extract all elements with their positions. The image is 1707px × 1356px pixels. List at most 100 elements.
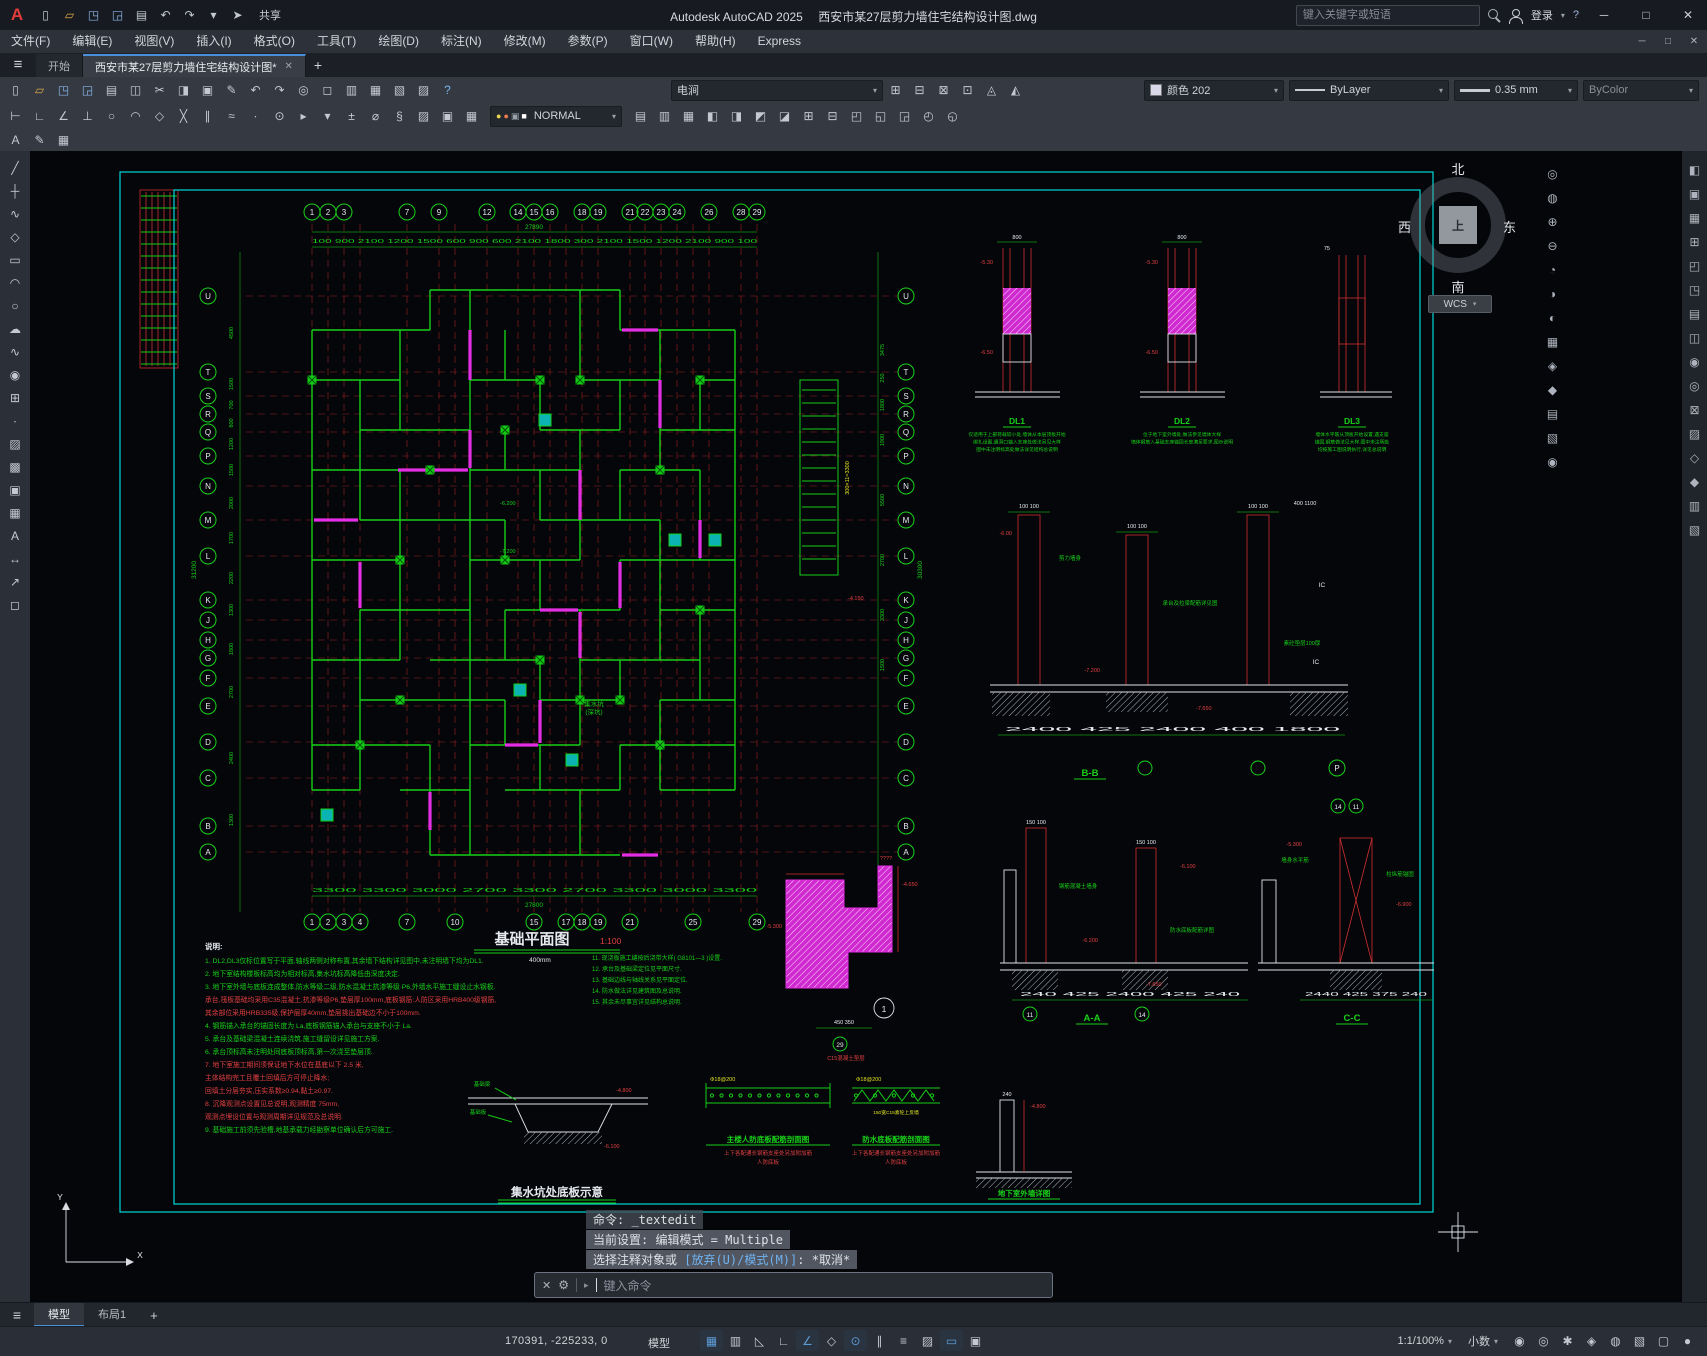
viewback-icon[interactable]: ◐ [1541,307,1564,328]
menu-item-2[interactable]: 视图(V) [123,30,185,53]
menu-item-6[interactable]: 绘图(D) [367,30,430,53]
viewcube-west[interactable]: 西 [1398,217,1411,236]
notification-bell-icon[interactable]: ● [1676,1331,1699,1352]
draworder-icon[interactable]: ⊞ [884,80,907,101]
section-icon[interactable]: § [388,106,411,127]
pan-hand-icon[interactable]: ◍ [1541,187,1564,208]
paste-icon[interactable]: ▣ [196,80,219,101]
menu-item-0[interactable]: 文件(F) [0,30,61,53]
close-button[interactable]: ✕ [1671,0,1705,30]
object-isolate-icon[interactable]: ◍ [1604,1331,1627,1352]
saveas-icon[interactable]: ◲ [76,80,99,101]
help-icon[interactable]: ? [1573,9,1579,21]
gem-icon[interactable]: ◈ [1541,355,1564,376]
tolerance-icon[interactable]: ± [340,106,363,127]
menu-item-7[interactable]: 标注(N) [430,30,493,53]
rectangle-icon[interactable]: ▭ [4,249,27,270]
save-icon[interactable]: ◳ [52,80,75,101]
layers-nav-icon[interactable]: ▧ [1541,427,1564,448]
gradient-icon[interactable]: ▩ [4,456,27,477]
region-tool-icon[interactable]: ▣ [436,106,459,127]
layer-combo[interactable]: ● ● ▣ ■ NORMAL ▾ [490,105,622,127]
command-input-placeholder[interactable]: 键入命令 [604,1277,652,1294]
osnap-parallel-icon[interactable]: ∥ [196,106,219,127]
new-layout-button[interactable]: + [140,1308,168,1323]
revcloud-icon[interactable]: ☁ [4,318,27,339]
undo-icon[interactable]: ↶ [244,80,267,101]
doc-close-icon[interactable]: ✕ [1681,36,1707,47]
menu-item-1[interactable]: 编辑(E) [61,30,123,53]
help-icon[interactable]: ? [436,80,459,101]
color-combo[interactable]: 颜色 202 ▾ [1144,79,1284,101]
graphics-performance-icon[interactable]: ▧ [1628,1331,1651,1352]
line-icon[interactable]: ╱ [4,157,27,178]
layer-freeze-all-icon[interactable]: ◧ [701,106,724,127]
rotate-icon[interactable]: ◱ [869,106,892,127]
qat-dropdown-icon[interactable]: ▾ [202,5,225,26]
pan-icon[interactable]: ◎ [292,80,315,101]
circle-icon[interactable]: ○ [4,295,27,316]
diameter-icon[interactable]: ⌀ [364,106,387,127]
wcs-dropdown[interactable]: WCS ▾ [1428,295,1492,313]
cut-icon[interactable]: ✂ [148,80,171,101]
offset-icon[interactable]: ◵ [941,106,964,127]
share-button[interactable]: 共享 [259,7,281,23]
osnap-perpendicular-icon[interactable]: ⊥ [76,106,99,127]
drawing-canvas[interactable]: 1 2 3 7 9 12 14 15 16 18 19 21 22 23 24 26 28 291 2 3 4 7 10 15… [30,151,1707,1302]
tab-close-icon[interactable]: ✕ [285,61,293,72]
infer-icon[interactable]: ◺ [748,1330,771,1351]
osnap-midpoint-icon[interactable]: ∟ [28,106,51,127]
region-icon[interactable]: ▣ [4,479,27,500]
save-as-icon[interactable]: ◲ [106,5,129,26]
autocad-logo-icon[interactable]: A [0,0,34,30]
mirror-icon[interactable]: ◲ [893,106,916,127]
target-icon[interactable]: ◉ [1541,451,1564,472]
redo-icon[interactable]: ↷ [268,80,291,101]
linetype-combo[interactable]: ByLayer ▾ [1289,79,1449,101]
model-space-button[interactable]: 模型 [648,1335,670,1351]
osnap-icon[interactable]: ⊙ [844,1330,867,1351]
osnap-arc-icon[interactable]: ◠ [124,106,147,127]
menu-item-3[interactable]: 插入(I) [185,30,242,53]
menu-item-12[interactable]: Express [747,30,812,53]
lineweight-icon[interactable]: ≡ [892,1330,915,1351]
leader-icon[interactable]: ↗ [4,571,27,592]
dimension-icon[interactable]: ↔ [4,548,27,569]
osnap-tangent-icon[interactable]: ⊙ [268,106,291,127]
osnap-endpoint-icon[interactable]: ⊢ [4,106,27,127]
viewcube-top-face[interactable]: 上 [1439,206,1477,244]
copy-icon[interactable]: ◨ [172,80,195,101]
snap-settings-icon[interactable]: ▾ [316,106,339,127]
showmotion-icon[interactable]: ◑ [1541,283,1564,304]
layer-walk-icon[interactable]: ▦ [677,106,700,127]
qnew-icon[interactable]: ▯ [4,80,27,101]
array-icon[interactable]: ◴ [917,106,940,127]
osnap-intersection-icon[interactable]: ╳ [172,106,195,127]
osnap-quadrant-icon[interactable]: ◇ [148,106,171,127]
erase-icon[interactable]: ◻ [4,594,27,615]
layer-states-icon[interactable]: ▥ [653,106,676,127]
grid-nav-icon[interactable]: ▦ [1541,331,1564,352]
plotstyle-combo[interactable]: ByColor ▾ [1583,79,1699,101]
menu-item-11[interactable]: 帮助(H) [684,30,747,53]
polygon-icon[interactable]: ◇ [4,226,27,247]
isodraft-icon[interactable]: ◇ [820,1330,843,1351]
command-options[interactable]: [放弃(U)/模式(M)] [684,1253,797,1267]
dim-style-icon[interactable]: ✎ [28,130,51,151]
ellipse-icon[interactable]: ◉ [4,364,27,385]
polyline-icon[interactable]: ∿ [4,203,27,224]
file-tabs-menu-icon[interactable]: ≡ [0,53,36,77]
zoom-out-icon[interactable]: ⊖ [1541,235,1564,256]
annotation-visibility-icon[interactable]: ◉ [1508,1331,1531,1352]
viewcube-east[interactable]: 东 [1503,217,1516,236]
grid-icon[interactable]: ▦ [700,1330,723,1351]
construction-line-icon[interactable]: ┼ [4,180,27,201]
menu-item-4[interactable]: 格式(O) [243,30,306,53]
annotation-monitor-icon[interactable]: ◈ [1580,1331,1603,1352]
explode-icon[interactable]: ⊟ [821,106,844,127]
point-icon[interactable]: ∙ [4,410,27,431]
login-button[interactable]: 登录 [1531,7,1553,23]
osnap-nearest-icon[interactable]: ≈ [220,106,243,127]
ortho-icon[interactable]: ∟ [772,1330,795,1351]
tab-model[interactable]: 模型 [34,1303,84,1327]
